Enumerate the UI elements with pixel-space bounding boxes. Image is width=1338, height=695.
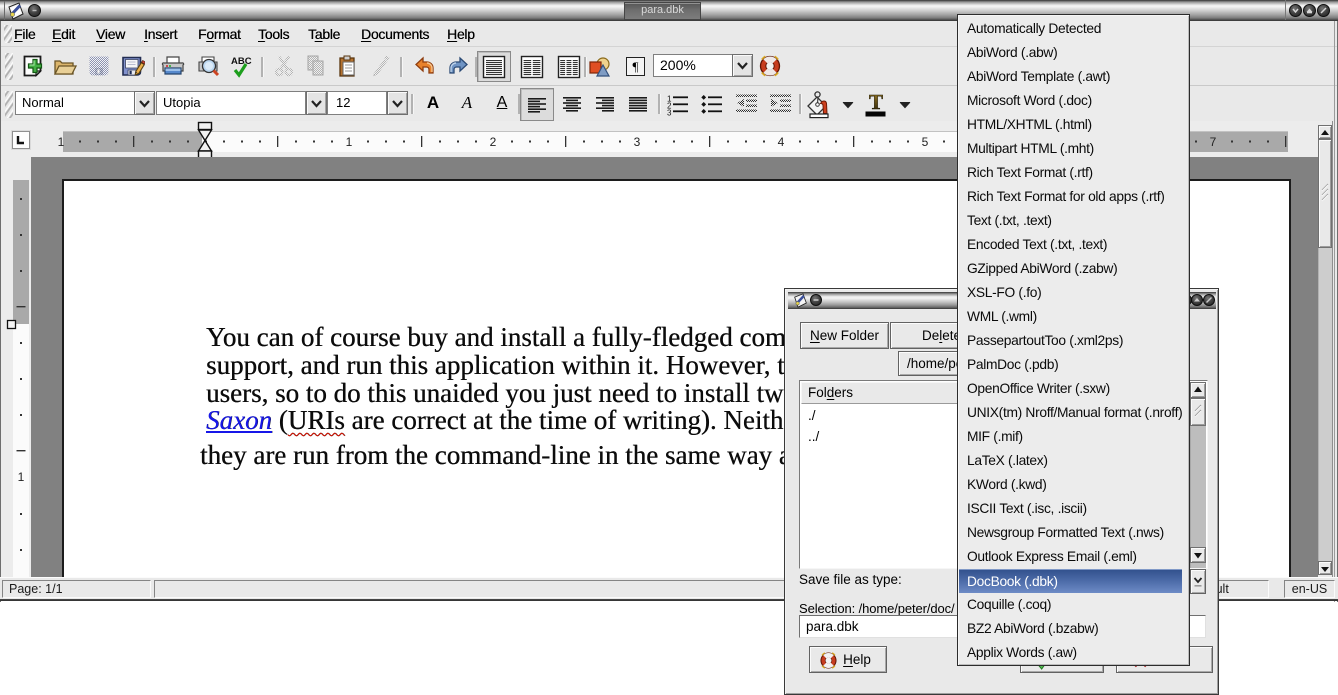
svg-text:5: 5: [922, 135, 929, 149]
svg-text:3: 3: [667, 109, 672, 117]
svg-text:T: T: [869, 92, 883, 114]
svg-text:2: 2: [490, 135, 497, 149]
svg-text:1: 1: [18, 470, 25, 484]
svg-text:1: 1: [58, 135, 65, 149]
svg-text:1: 1: [346, 135, 353, 149]
svg-text:7: 7: [1210, 135, 1217, 149]
svg-text:3: 3: [634, 135, 641, 149]
svg-text:ABC: ABC: [231, 56, 252, 67]
svg-text:4: 4: [778, 135, 785, 149]
